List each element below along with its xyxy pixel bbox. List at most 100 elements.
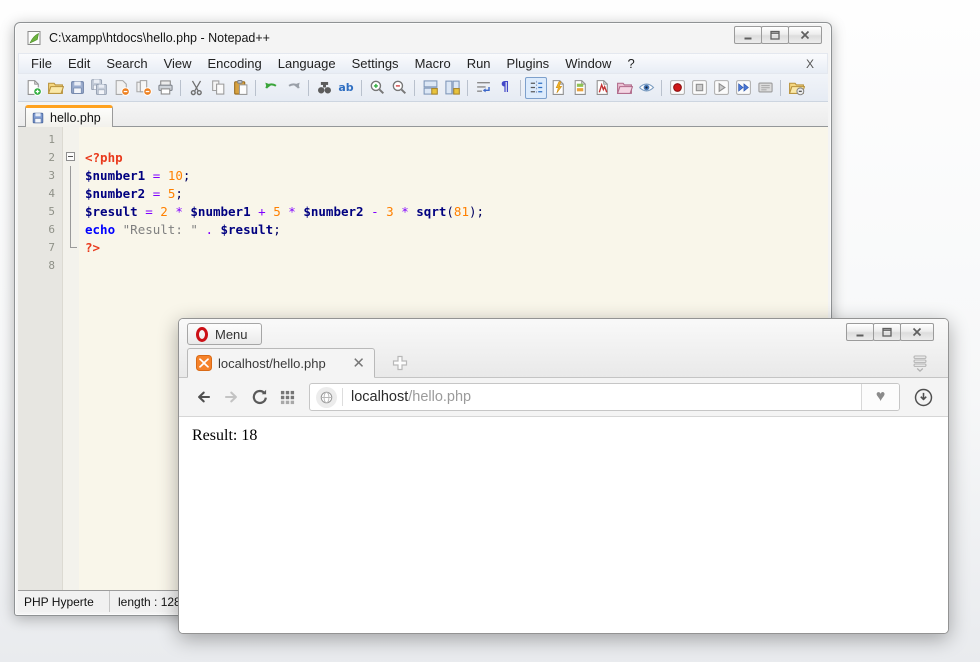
open-containing-folder-button[interactable] <box>785 77 807 99</box>
redo-icon <box>285 79 302 96</box>
bookmark-heart-button[interactable]: ♥ <box>861 384 899 410</box>
save-all-button[interactable] <box>88 77 110 99</box>
code-line-7[interactable]: 7 ?> <box>18 238 828 256</box>
replace-button[interactable]: ab <box>335 77 357 99</box>
maximize-button[interactable] <box>761 26 789 44</box>
code-text: ?> <box>79 240 828 255</box>
show-all-characters-icon: ¶ <box>501 81 509 94</box>
undo-button[interactable] <box>260 77 282 99</box>
browser-toolbar: localhost/hello.php ♥ <box>179 377 948 417</box>
save-button[interactable] <box>66 77 88 99</box>
macro-save-button[interactable] <box>754 77 776 99</box>
code-line-3[interactable]: 3$number1 = 10; <box>18 166 828 184</box>
macro-play-button[interactable] <box>710 77 732 99</box>
find-button[interactable] <box>313 77 335 99</box>
open-folder-button[interactable] <box>44 77 66 99</box>
minimize-button[interactable] <box>734 26 762 44</box>
show-indent-guide-icon <box>528 79 545 96</box>
line-number: 6 <box>18 223 63 236</box>
document-map-icon <box>572 79 589 96</box>
document-switcher-button[interactable] <box>591 77 613 99</box>
np-menu-items: FileEditSearchViewEncodingLanguageSettin… <box>23 54 643 73</box>
tab-hello-php[interactable]: hello.php <box>25 105 113 127</box>
code-line-6[interactable]: 6 echo "Result: " . $result; <box>18 220 828 238</box>
code-line-5[interactable]: 5$result = 2 * $number1 + 5 * $number2 -… <box>18 202 828 220</box>
code-line-1[interactable]: 1 <box>18 130 828 148</box>
url-text[interactable]: localhost/hello.php <box>343 389 471 405</box>
menu-edit[interactable]: Edit <box>60 54 98 73</box>
fold-marker-end <box>63 238 79 256</box>
menu-macro[interactable]: Macro <box>407 54 459 73</box>
menu-view[interactable]: View <box>156 54 200 73</box>
code-text: $number2 = 5; <box>79 186 828 201</box>
notepad-titlebar[interactable]: C:\xampp\htdocs\hello.php - Notepad++ <box>18 23 828 53</box>
menu-encoding[interactable]: Encoding <box>200 54 270 73</box>
fold-marker-line <box>63 166 79 184</box>
menu-search[interactable]: Search <box>98 54 155 73</box>
forward-button[interactable] <box>217 383 245 411</box>
browser-tab[interactable]: localhost/hello.php ✕ <box>187 348 375 378</box>
speed-dial-icon[interactable] <box>273 383 301 411</box>
fold-marker-open[interactable] <box>63 148 79 166</box>
code-text: <?php <box>79 150 828 165</box>
folder-as-workspace-button[interactable] <box>613 77 635 99</box>
show-indent-guide-button[interactable] <box>525 77 547 99</box>
document-map-button[interactable] <box>569 77 591 99</box>
close-button[interactable] <box>788 26 822 44</box>
paste-button[interactable] <box>229 77 251 99</box>
function-list-button[interactable] <box>547 77 569 99</box>
cut-button[interactable] <box>185 77 207 99</box>
close-button[interactable] <box>900 323 934 341</box>
macro-stop-button[interactable] <box>688 77 710 99</box>
word-wrap-button[interactable] <box>472 77 494 99</box>
save-all-icon <box>91 79 108 96</box>
menu-file[interactable]: File <box>23 54 60 73</box>
code-text: echo "Result: " . $result; <box>79 222 828 237</box>
show-all-characters-button[interactable]: ¶ <box>494 77 516 99</box>
reload-button[interactable] <box>245 383 273 411</box>
menubar-close-x[interactable]: X <box>797 57 823 71</box>
menu-settings[interactable]: Settings <box>344 54 407 73</box>
redo-button[interactable] <box>282 77 304 99</box>
address-bar[interactable]: localhost/hello.php ♥ <box>309 383 900 411</box>
tab-menu-icon[interactable] <box>910 353 930 373</box>
close-doc-button[interactable] <box>110 77 132 99</box>
macro-run-multiple-button[interactable] <box>732 77 754 99</box>
close-tab-icon[interactable]: ✕ <box>351 356 366 371</box>
menu-help[interactable]: ? <box>619 54 642 73</box>
menu-window[interactable]: Window <box>557 54 619 73</box>
monitoring-button[interactable] <box>635 77 657 99</box>
menu-plugins[interactable]: Plugins <box>499 54 558 73</box>
copy-button[interactable] <box>207 77 229 99</box>
sync-vertical-button[interactable] <box>419 77 441 99</box>
maximize-button[interactable] <box>873 323 901 341</box>
zoom-out-button[interactable] <box>388 77 410 99</box>
menu-run[interactable]: Run <box>459 54 499 73</box>
sync-horizontal-button[interactable] <box>441 77 463 99</box>
site-badge[interactable] <box>310 387 342 408</box>
page-result-text: Result: 18 <box>192 427 257 444</box>
new-tab-button[interactable] <box>391 354 409 372</box>
new-file-button[interactable] <box>22 77 44 99</box>
opera-top-chrome: Menu localhost/hello.php ✕ <box>179 319 948 377</box>
fold-margin-cell <box>63 130 79 148</box>
print-button[interactable] <box>154 77 176 99</box>
xampp-favicon-icon <box>196 355 212 371</box>
downloads-button[interactable] <box>908 382 938 412</box>
close-all-docs-button[interactable] <box>132 77 154 99</box>
menu-language[interactable]: Language <box>270 54 344 73</box>
line-number: 7 <box>18 241 63 254</box>
minimize-button[interactable] <box>846 323 874 341</box>
line-number: 8 <box>18 259 63 272</box>
find-icon <box>316 79 333 96</box>
back-button[interactable] <box>189 383 217 411</box>
macro-run-multiple-icon <box>735 79 752 96</box>
toolbar-separator <box>780 80 781 96</box>
code-line-4[interactable]: 4$number2 = 5; <box>18 184 828 202</box>
opera-menu-button[interactable]: Menu <box>187 323 262 345</box>
function-list-icon <box>550 79 567 96</box>
macro-record-button[interactable] <box>666 77 688 99</box>
code-line-8[interactable]: 8 <box>18 256 828 274</box>
zoom-in-button[interactable] <box>366 77 388 99</box>
code-line-2[interactable]: 2<?php <box>18 148 828 166</box>
